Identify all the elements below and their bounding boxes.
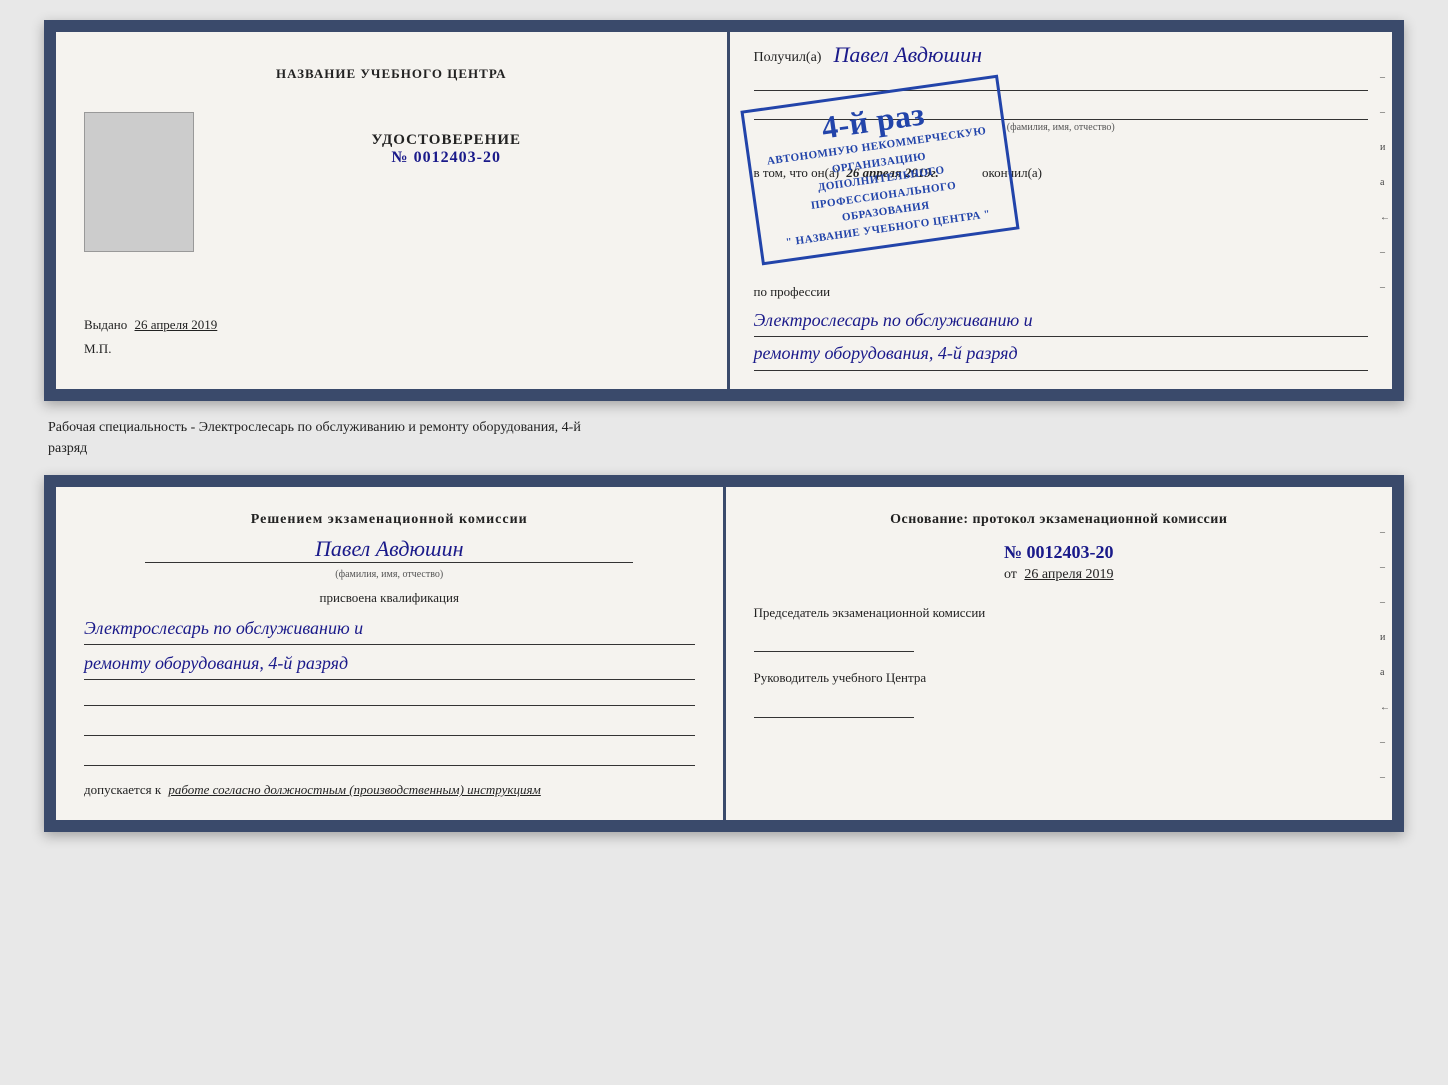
b-side-dash-1: –	[1380, 527, 1390, 538]
bottom-doc-right: Основание: протокол экзаменационной коми…	[726, 487, 1393, 821]
profession-line2: ремонту оборудования, 4-й разряд	[754, 337, 1369, 370]
допускается-block: допускается к работе согласно должностны…	[84, 782, 695, 798]
profession-block: по профессии Электрослесарь по обслужива…	[754, 284, 1369, 371]
director-signature-line	[754, 694, 914, 718]
commission-title: Решением экзаменационной комиссии	[84, 509, 695, 530]
b-side-label-left: ←	[1380, 702, 1390, 713]
side-label-left: ←	[1380, 212, 1390, 223]
side-dash-2: –	[1380, 107, 1390, 118]
side-label-a: а	[1380, 177, 1390, 188]
cert-label: УДОСТОВЕРЕНИЕ	[372, 132, 522, 149]
side-label-i: и	[1380, 142, 1390, 153]
b-side-dash-4: –	[1380, 737, 1390, 748]
mp-line: М.П.	[84, 341, 699, 357]
okonchil: окончил(а)	[982, 165, 1042, 180]
bottom-document: Решением экзаменационной комиссии Павел …	[44, 475, 1404, 833]
b-side-dash-5: –	[1380, 772, 1390, 783]
from-date-value: 26 апреля 2019	[1024, 567, 1113, 582]
vtom-prefix: в том, что он(а)	[754, 165, 840, 180]
profession-label: по профессии	[754, 284, 1369, 300]
blank-line-1	[84, 680, 695, 706]
cert-number: № 0012403-20	[372, 149, 522, 167]
side-dash-4: –	[1380, 282, 1390, 293]
b-side-label-a: а	[1380, 667, 1390, 678]
assigned-label: присвоена квалификация	[84, 590, 695, 606]
osnov-label: Основание: протокол экзаменационной коми…	[754, 509, 1365, 530]
blank-line-3	[84, 740, 695, 766]
received-name: Павел Авдюшин	[834, 42, 982, 68]
vtom-block: в том, что он(а) 26 апреля 2019г. окончи…	[754, 163, 1369, 184]
issued-text: Выдано	[84, 317, 127, 332]
separator-line2: разряд	[48, 438, 1400, 459]
cert-title-block: УДОСТОВЕРЕНИЕ № 0012403-20	[372, 132, 522, 167]
separator-text: Рабочая специальность - Электрослесарь п…	[44, 417, 1404, 459]
top-doc-left: НАЗВАНИЕ УЧЕБНОГО ЦЕНТРА УДОСТОВЕРЕНИЕ №…	[56, 32, 730, 389]
from-prefix: от	[1004, 567, 1017, 582]
b-side-dash-2: –	[1380, 562, 1390, 573]
qualification-line2: ремонту оборудования, 4-й разряд	[84, 647, 695, 680]
director-label: Руководитель учебного Центра	[754, 668, 1365, 688]
profession-line1: Электрослесарь по обслуживанию и	[754, 304, 1369, 337]
top-document: НАЗВАНИЕ УЧЕБНОГО ЦЕНТРА УДОСТОВЕРЕНИЕ №…	[44, 20, 1404, 401]
b-side-label-i: и	[1380, 632, 1390, 643]
qualification-line1: Электрослесарь по обслуживанию и	[84, 612, 695, 645]
blank-line-2	[84, 710, 695, 736]
side-dash-3: –	[1380, 247, 1390, 258]
fio-label-bottom: (фамилия, имя, отчество)	[84, 569, 695, 580]
bottom-right-side-labels: – – – и а ← – –	[1380, 527, 1390, 783]
from-date: от 26 апреля 2019	[754, 567, 1365, 583]
chairman-signature-line	[754, 628, 914, 652]
separator-line1: Рабочая специальность - Электрослесарь п…	[48, 417, 1400, 438]
issued-date: 26 апреля 2019	[135, 317, 218, 332]
received-prefix: Получил(а)	[754, 50, 822, 65]
photo-placeholder	[84, 112, 194, 252]
bottom-doc-left: Решением экзаменационной комиссии Павел …	[56, 487, 726, 821]
vtom-date: 26 апреля 2019г.	[846, 165, 938, 180]
top-doc-right: Получил(а) Павел Авдюшин (фамилия, имя, …	[730, 32, 1393, 389]
issued-line: Выдано 26 апреля 2019	[84, 317, 699, 333]
b-side-dash-3: –	[1380, 597, 1390, 608]
chairman-block: Председатель экзаменационной комиссии	[754, 603, 1365, 653]
допускается-italic: работе согласно должностным (производств…	[168, 782, 540, 797]
chairman-label: Председатель экзаменационной комиссии	[754, 603, 1365, 623]
right-side-labels: – – и а ← – –	[1380, 72, 1390, 293]
допускается-prefix: допускается к	[84, 782, 161, 797]
top-center-title: НАЗВАНИЕ УЧЕБНОГО ЦЕНТРА	[276, 66, 507, 82]
protocol-number: № 0012403-20	[754, 542, 1365, 563]
stamp-line3: " НАЗВАНИЕ УЧЕБНОГО ЦЕНТРА "	[773, 204, 1003, 252]
side-dash-1: –	[1380, 72, 1390, 83]
commission-name: Павел Авдюшин	[145, 536, 633, 563]
received-line: Получил(а) Павел Авдюшин	[754, 50, 1369, 66]
fio-label-top: (фамилия, имя, отчество)	[754, 119, 1369, 133]
director-block: Руководитель учебного Центра	[754, 668, 1365, 718]
